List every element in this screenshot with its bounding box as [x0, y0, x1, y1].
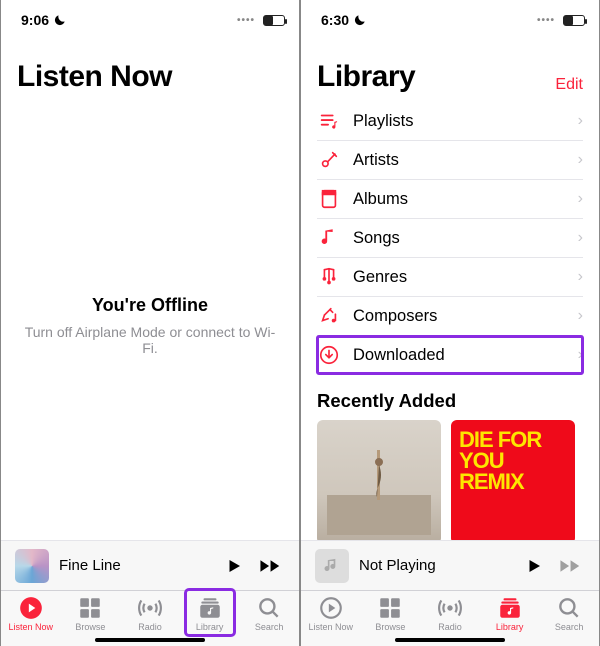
next-button[interactable] [259, 557, 285, 575]
do-not-disturb-icon [353, 13, 367, 27]
now-playing-artwork [315, 549, 349, 583]
album-tile[interactable]: DIE FOR YOU REMIX [451, 420, 575, 540]
home-indicator[interactable] [95, 638, 205, 642]
library-row-albums[interactable]: Albums › [317, 180, 583, 219]
page-title: Library [317, 60, 415, 94]
tab-search[interactable]: Search [242, 595, 296, 632]
library-list: Playlists › Artists › Albums › Songs › G… [301, 102, 599, 374]
now-playing-title: Not Playing [359, 557, 515, 574]
tab-library[interactable]: Library [483, 595, 537, 632]
cellular-dots-icon: •••• [537, 15, 555, 26]
highlight-annotation [187, 591, 233, 634]
library-row-composers[interactable]: Composers › [317, 297, 583, 336]
now-playing-title: Fine Line [59, 557, 215, 574]
tab-library[interactable]: Library [183, 595, 237, 632]
offline-subtext: Turn off Airplane Mode or connect to Wi-… [17, 324, 283, 356]
status-bar: 9:06 •••• [1, 0, 299, 34]
battery-icon [563, 15, 585, 26]
chevron-right-icon: › [578, 229, 583, 247]
chevron-right-icon: › [578, 190, 583, 208]
tab-browse[interactable]: Browse [63, 595, 117, 632]
now-playing-bar[interactable]: Not Playing [301, 540, 599, 590]
do-not-disturb-icon [53, 13, 67, 27]
next-button[interactable] [559, 557, 585, 575]
chevron-right-icon: › [578, 112, 583, 130]
now-playing-bar[interactable]: Fine Line [1, 540, 299, 590]
chevron-right-icon: › [578, 307, 583, 325]
status-time: 6:30 [321, 12, 349, 28]
tab-browse[interactable]: Browse [363, 595, 417, 632]
page-title: Listen Now [17, 60, 172, 94]
status-bar: 6:30 •••• [301, 0, 599, 34]
battery-icon [263, 15, 285, 26]
play-button[interactable] [525, 557, 543, 575]
library-row-downloaded[interactable]: Downloaded › [317, 336, 583, 374]
albums-icon [317, 188, 341, 210]
now-playing-artwork [15, 549, 49, 583]
chevron-right-icon: › [578, 151, 583, 169]
recently-added-albums: DIE FOR YOU REMIX [301, 420, 599, 540]
tab-listen-now[interactable]: Listen Now [304, 595, 358, 632]
tab-radio[interactable]: Radio [423, 595, 477, 632]
home-indicator[interactable] [395, 638, 505, 642]
album-tile[interactable] [317, 420, 441, 540]
artists-icon [317, 149, 341, 171]
songs-icon [317, 227, 341, 249]
library-row-artists[interactable]: Artists › [317, 141, 583, 180]
offline-heading: You're Offline [17, 295, 283, 316]
recently-added-heading: Recently Added [301, 374, 599, 420]
offline-message: You're Offline Turn off Airplane Mode or… [1, 295, 299, 356]
composers-icon [317, 305, 341, 327]
genres-icon [317, 266, 341, 288]
tab-radio[interactable]: Radio [123, 595, 177, 632]
chevron-right-icon: › [578, 268, 583, 286]
cellular-dots-icon: •••• [237, 15, 255, 26]
play-button[interactable] [225, 557, 243, 575]
status-time: 9:06 [21, 12, 49, 28]
library-row-playlists[interactable]: Playlists › [317, 102, 583, 141]
tab-listen-now[interactable]: Listen Now [4, 595, 58, 632]
library-row-songs[interactable]: Songs › [317, 219, 583, 258]
chevron-right-icon: › [578, 346, 583, 364]
playlists-icon [317, 110, 341, 132]
phone-listen-now: 9:06 •••• Listen Now You're Offline Turn… [0, 0, 300, 646]
library-row-genres[interactable]: Genres › [317, 258, 583, 297]
edit-button[interactable]: Edit [555, 76, 583, 94]
phone-library: 6:30 •••• Library Edit Playlists › Artis… [300, 0, 600, 646]
downloaded-icon [317, 344, 341, 366]
tab-search[interactable]: Search [542, 595, 596, 632]
